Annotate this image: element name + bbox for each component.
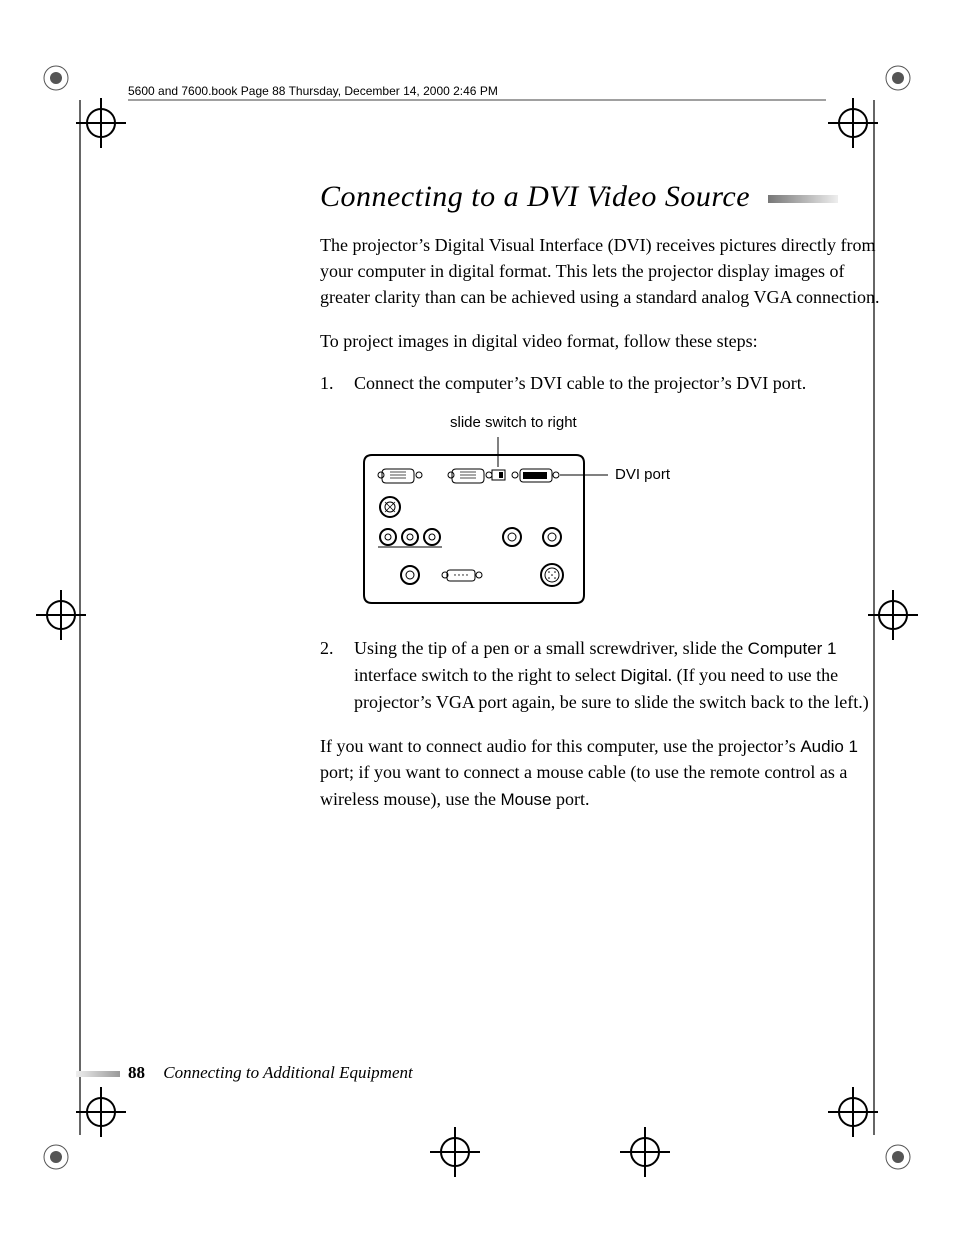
step-number: 1. [320, 370, 334, 396]
port-diagram: slide switch to right DVI port [360, 414, 880, 607]
digital-label: Digital [620, 666, 667, 685]
lead-paragraph: To project images in digital video forma… [320, 328, 880, 354]
crop-mark-icon [36, 1087, 126, 1177]
page-footer: 88 Connecting to Additional Equipment [128, 1063, 413, 1083]
intro-paragraph: The projector’s Digital Visual Interface… [320, 232, 880, 310]
page-number: 88 [128, 1063, 145, 1082]
crop-mark-icon [828, 58, 918, 148]
chapter-title: Connecting to Additional Equipment [163, 1063, 412, 1082]
crop-mark-icon [828, 1087, 918, 1177]
section-title-text: Connecting to a DVI Video Source [320, 180, 750, 213]
closing-a: If you want to connect audio for this co… [320, 736, 800, 756]
diagram-svg: DVI port [360, 437, 720, 607]
header-text: 5600 and 7600.book Page 88 Thursday, Dec… [128, 84, 498, 98]
crop-mark-icon [36, 58, 126, 148]
crop-mark-icon [620, 1127, 670, 1177]
closing-c: port. [552, 789, 590, 809]
computer1-label: Computer 1 [748, 639, 837, 658]
step-2: 2. Using the tip of a pen or a small scr… [320, 635, 880, 714]
mouse-label: Mouse [500, 790, 551, 809]
title-bar-icon [768, 195, 838, 203]
step-1: 1. Connect the computer’s DVI cable to t… [320, 370, 880, 396]
page-header: 5600 and 7600.book Page 88 Thursday, Dec… [128, 84, 498, 98]
step-number: 2. [320, 635, 334, 661]
section-title: Connecting to a DVI Video Source [320, 180, 880, 214]
diagram-caption: slide switch to right [450, 414, 880, 431]
step-text: Connect the computer’s DVI cable to the … [354, 373, 806, 393]
crop-mark-icon [36, 590, 86, 640]
step-list: 1. Connect the computer’s DVI cable to t… [320, 370, 880, 396]
content-area: Connecting to a DVI Video Source The pro… [320, 180, 880, 828]
dvi-port-label: DVI port [615, 466, 671, 483]
step-text-a: Using the tip of a pen or a small screwd… [354, 638, 748, 658]
crop-mark-icon [430, 1127, 480, 1177]
closing-paragraph: If you want to connect audio for this co… [320, 733, 880, 812]
step-list-2: 2. Using the tip of a pen or a small scr… [320, 635, 880, 714]
footer-bar-icon [76, 1071, 120, 1077]
step-text-b: interface switch to the right to select [354, 665, 620, 685]
audio1-label: Audio 1 [800, 737, 858, 756]
